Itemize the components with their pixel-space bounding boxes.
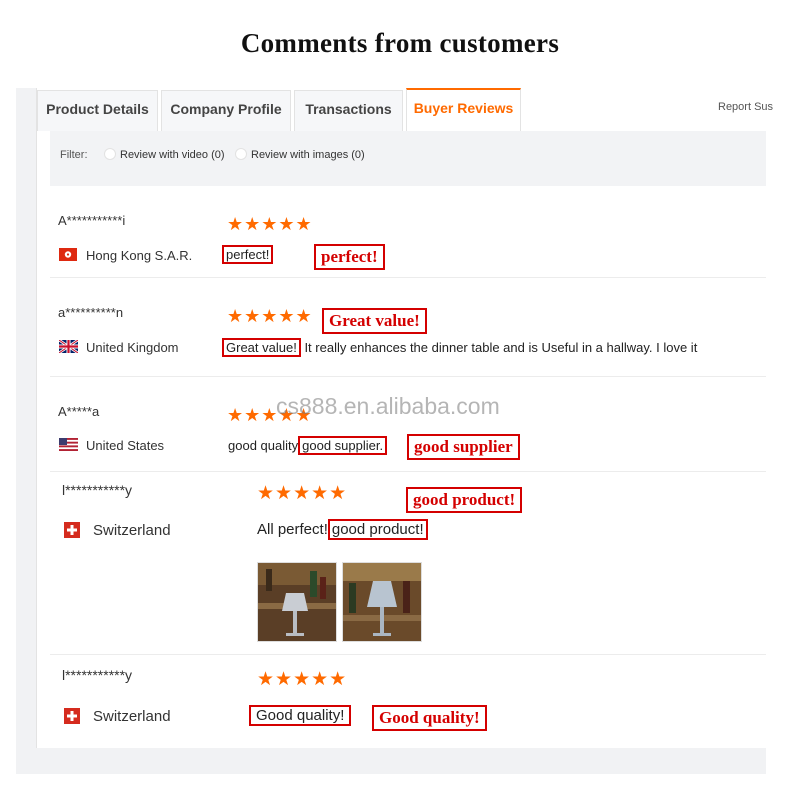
reviewer-country: Switzerland bbox=[93, 708, 171, 725]
review-text-after: It really enhances the dinner table and … bbox=[300, 340, 698, 355]
page-headline: Comments from customers bbox=[240, 28, 560, 58]
tab-company-profile[interactable]: Company Profile bbox=[161, 90, 291, 131]
reviewer-name: a**********n bbox=[58, 305, 124, 320]
watermark-text: cs888.en.alibaba.com bbox=[276, 393, 500, 419]
review-text: All perfect! good product! bbox=[257, 519, 428, 540]
video-filter-label[interactable]: Review with video (0) bbox=[120, 149, 225, 161]
review-highlight-box: Good quality! bbox=[249, 705, 352, 726]
filter-label: Filter: bbox=[60, 149, 88, 161]
review-text: perfect! bbox=[222, 245, 274, 264]
review-text: Great value! It really enhances the dinn… bbox=[222, 338, 698, 357]
review-divider bbox=[50, 471, 766, 472]
reviewer-name: A*****a bbox=[58, 404, 100, 419]
tab-transactions[interactable]: Transactions bbox=[294, 90, 403, 131]
review-highlight-box: good supplier. bbox=[298, 436, 388, 455]
reviewer-name: A***********i bbox=[58, 213, 126, 228]
review-highlight-box: Great value! bbox=[222, 338, 301, 357]
review-text-before: All perfect! bbox=[257, 521, 328, 538]
reviewer-country: Hong Kong S.A.R. bbox=[86, 248, 193, 263]
review-divider bbox=[50, 654, 766, 655]
review-divider bbox=[50, 376, 766, 377]
report-suspicious-link[interactable]: Report Sus bbox=[718, 101, 773, 113]
review-callout: perfect! bbox=[314, 244, 385, 270]
reviewer-country: United States bbox=[86, 438, 165, 453]
review-callout: good supplier bbox=[407, 434, 520, 460]
reviewer-name: l***********y bbox=[62, 667, 133, 683]
images-filter-checkbox[interactable] bbox=[235, 148, 247, 160]
review-callout: good product! bbox=[406, 487, 523, 513]
review-photo-thumbnail[interactable] bbox=[257, 562, 337, 642]
hong-kong-flag-icon bbox=[59, 248, 77, 261]
uk-flag-icon bbox=[59, 340, 78, 353]
video-filter-checkbox[interactable] bbox=[104, 148, 116, 160]
review-callout: Great value! bbox=[322, 308, 427, 334]
swiss-flag-icon bbox=[64, 522, 80, 538]
review-callout: Good quality! bbox=[372, 705, 487, 731]
review-divider bbox=[50, 277, 766, 278]
reviewer-country: Switzerland bbox=[93, 522, 171, 539]
reviewer-name: l***********y bbox=[62, 482, 133, 498]
rating-stars: ★★★★★ bbox=[227, 214, 313, 234]
reviewer-country: United Kingdom bbox=[86, 340, 179, 355]
rating-stars: ★★★★★ bbox=[227, 306, 313, 326]
rating-stars: ★★★★★ bbox=[257, 483, 348, 504]
rating-stars: ★★★★★ bbox=[257, 669, 348, 690]
review-highlight-box: perfect! bbox=[222, 245, 274, 264]
images-filter-label[interactable]: Review with images (0) bbox=[251, 149, 365, 161]
tab-product-details[interactable]: Product Details bbox=[37, 90, 158, 131]
review-highlight-box: good product! bbox=[327, 519, 428, 540]
review-text: Good quality! bbox=[249, 705, 352, 726]
review-text: good quality good supplier. bbox=[228, 436, 388, 455]
swiss-flag-icon bbox=[64, 708, 80, 724]
us-flag-icon bbox=[59, 438, 78, 451]
lamp-photo-icon bbox=[343, 563, 421, 641]
review-text-before: good quality bbox=[228, 438, 299, 453]
tab-buyer-reviews[interactable]: Buyer Reviews bbox=[406, 88, 521, 131]
review-photo-thumbnail[interactable] bbox=[342, 562, 422, 642]
lamp-photo-icon bbox=[258, 563, 336, 641]
